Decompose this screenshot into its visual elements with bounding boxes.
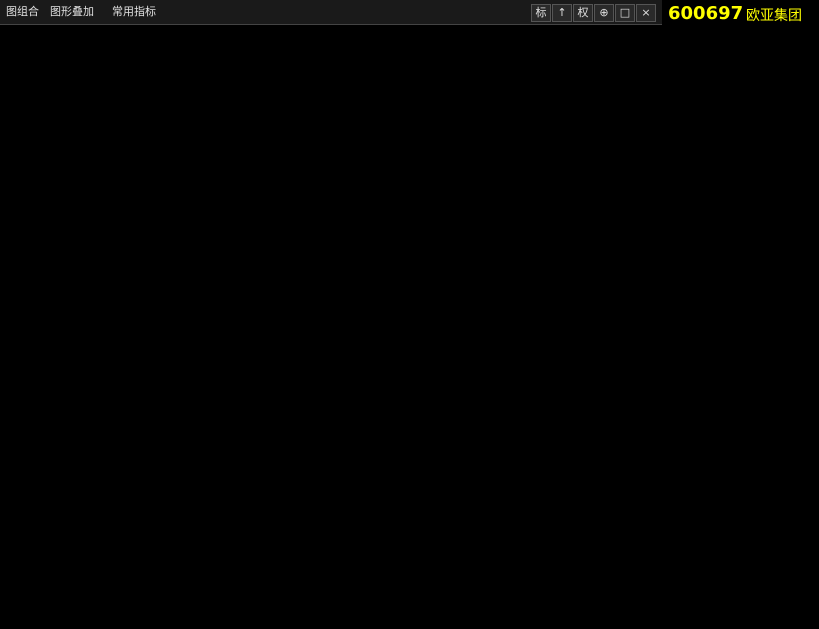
stock-name: 欧亚集团 [746, 8, 802, 24]
overlay-menu[interactable]: 图形叠加 [46, 4, 98, 20]
quote-header: 600697 欧亚集团 [662, 0, 819, 24]
mark-icon[interactable]: 标 [531, 4, 551, 22]
rights-icon[interactable]: 权 [573, 4, 593, 22]
combo-menu[interactable]: 图组合 [2, 4, 43, 20]
indicator-menu[interactable]: 常用指标 [108, 4, 160, 20]
stock-code: 600697 [668, 3, 744, 24]
top-toolbar: 图组合 图形叠加 常用指标 标 ↑ 权 ⊕ □ × [0, 0, 662, 25]
minimize-icon[interactable]: □ [615, 4, 635, 22]
back-icon[interactable]: ↑ [552, 4, 572, 22]
close-icon[interactable]: × [636, 4, 656, 22]
crosshair-icon[interactable]: ⊕ [594, 4, 614, 22]
